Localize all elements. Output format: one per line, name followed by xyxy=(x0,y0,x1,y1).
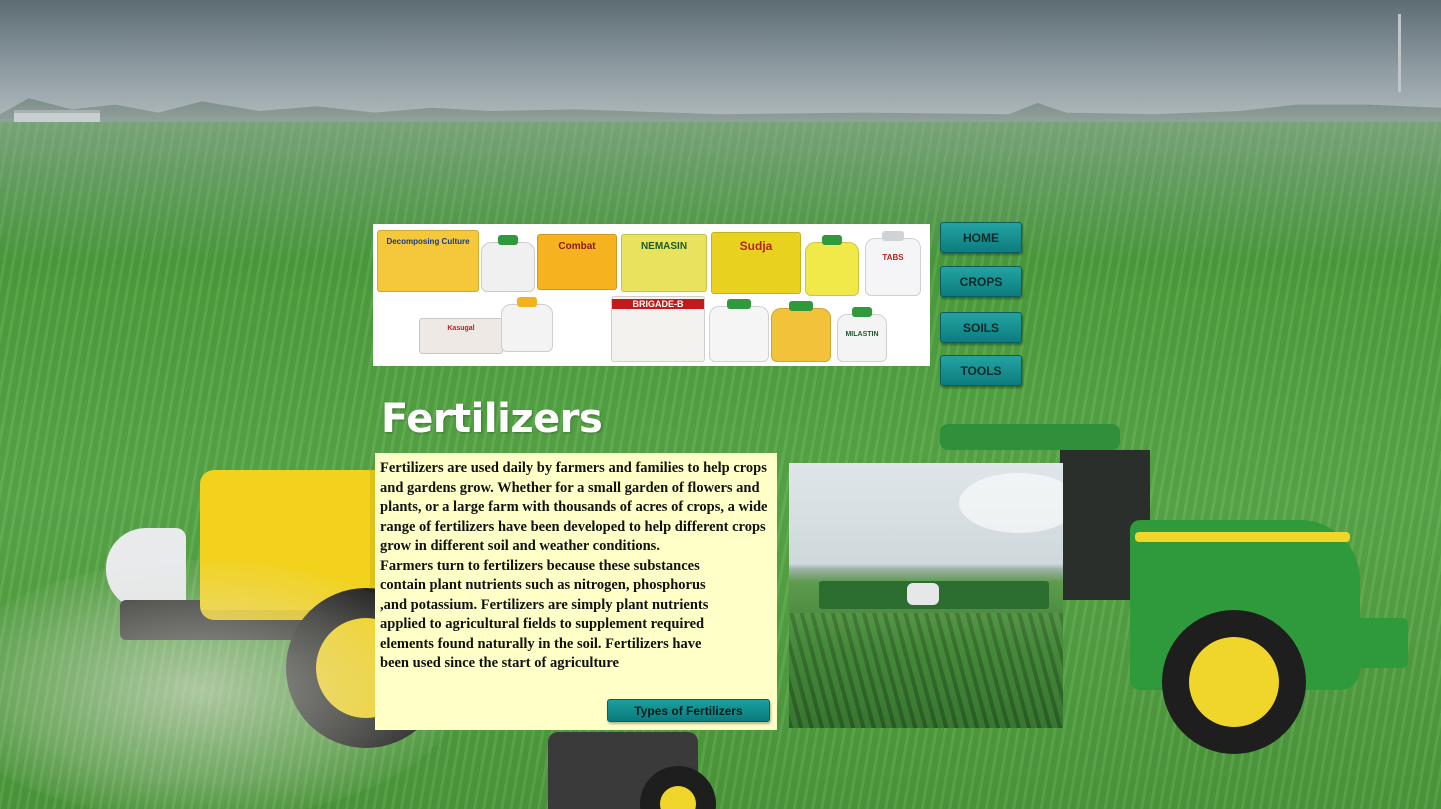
photo-crop-rows xyxy=(789,613,1063,728)
photo-cloud xyxy=(959,473,1063,533)
types-of-fertilizers-button[interactable]: Types of Fertilizers xyxy=(607,699,770,722)
product-label: Combat xyxy=(558,241,596,252)
tractor-spraying-photo xyxy=(789,463,1063,728)
nav-crops-button[interactable]: CROPS xyxy=(940,266,1022,297)
product-pack: Sudja xyxy=(711,232,801,294)
nav-home-button[interactable]: HOME xyxy=(940,222,1022,253)
product-bottle: MILASTIN xyxy=(837,307,887,362)
page-title: Fertilizers xyxy=(381,396,603,442)
tractor-wheel xyxy=(1162,610,1306,754)
product-label: TABS xyxy=(882,253,904,262)
photo-sprayer-tank xyxy=(907,583,939,605)
product-bottle: TABS xyxy=(865,231,921,296)
product-label: BRIGADE-B xyxy=(612,299,704,309)
product-pack: Kasugal xyxy=(419,318,503,354)
paragraph-nutrients: Farmers turn to fertilizers because thes… xyxy=(380,557,709,672)
product-label: Decomposing Culture xyxy=(386,237,470,246)
product-bottle xyxy=(805,235,859,296)
tractor-roof xyxy=(940,424,1120,450)
tower xyxy=(1398,14,1401,92)
fertilizer-products-banner: Decomposing Culture Combat NEMASIN Sudja… xyxy=(373,224,930,366)
product-pack: NEMASIN xyxy=(621,234,707,292)
tractor-stripe xyxy=(1135,532,1350,542)
paragraph-intro: Fertilizers are used daily by farmers an… xyxy=(380,460,768,554)
nav-soils-button[interactable]: SOILS xyxy=(940,312,1022,343)
product-bottle xyxy=(481,235,535,292)
product-label: Kasugal xyxy=(447,325,475,332)
product-bottle xyxy=(501,297,553,352)
product-pack: BRIGADE-B xyxy=(611,296,705,362)
tractor-front-weight xyxy=(1356,618,1408,668)
product-pack: Combat xyxy=(537,234,617,290)
product-label: NEMASIN xyxy=(640,241,688,252)
product-bottle xyxy=(771,301,831,362)
product-label: Sudja xyxy=(739,239,773,253)
description-panel: Fertilizers are used daily by farmers an… xyxy=(375,453,777,730)
product-pack: Decomposing Culture xyxy=(377,230,479,292)
product-label: MILASTIN xyxy=(845,331,879,338)
product-bottle xyxy=(709,299,769,362)
nav-tools-button[interactable]: TOOLS xyxy=(940,355,1022,386)
